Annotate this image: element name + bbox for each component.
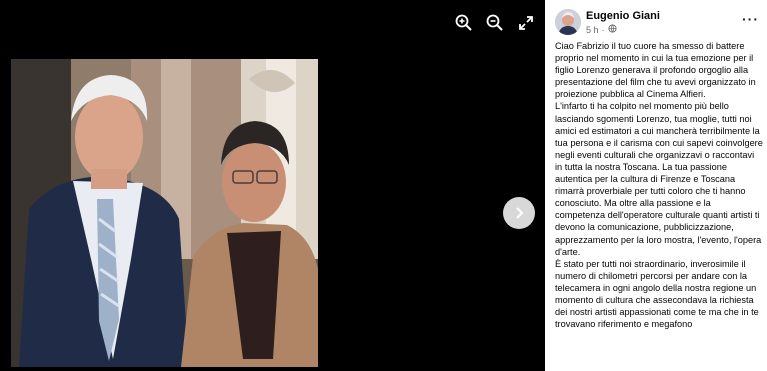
meta-separator: · (601, 24, 605, 35)
next-photo-button[interactable] (503, 197, 535, 229)
chevron-right-icon (516, 207, 524, 219)
post-photo[interactable] (11, 59, 318, 367)
post-time[interactable]: 5 h (586, 25, 599, 35)
post-author[interactable]: Eugenio Giani (586, 10, 660, 22)
post-meta: 5 h · (586, 24, 617, 35)
photo-viewer (0, 0, 545, 371)
more-options-button[interactable]: ··· (742, 11, 759, 27)
post-panel: Eugenio Giani 5 h · ··· Ciao Fabrizio il… (545, 0, 767, 371)
post-text: Ciao Fabrizio il tuo cuore ha smesso di … (555, 41, 763, 330)
photo-illustration (11, 59, 318, 367)
fullscreen-icon[interactable] (516, 13, 536, 33)
zoom-in-icon[interactable] (454, 13, 474, 33)
globe-icon (607, 24, 617, 35)
avatar[interactable] (555, 9, 581, 35)
zoom-out-icon[interactable] (485, 13, 505, 33)
